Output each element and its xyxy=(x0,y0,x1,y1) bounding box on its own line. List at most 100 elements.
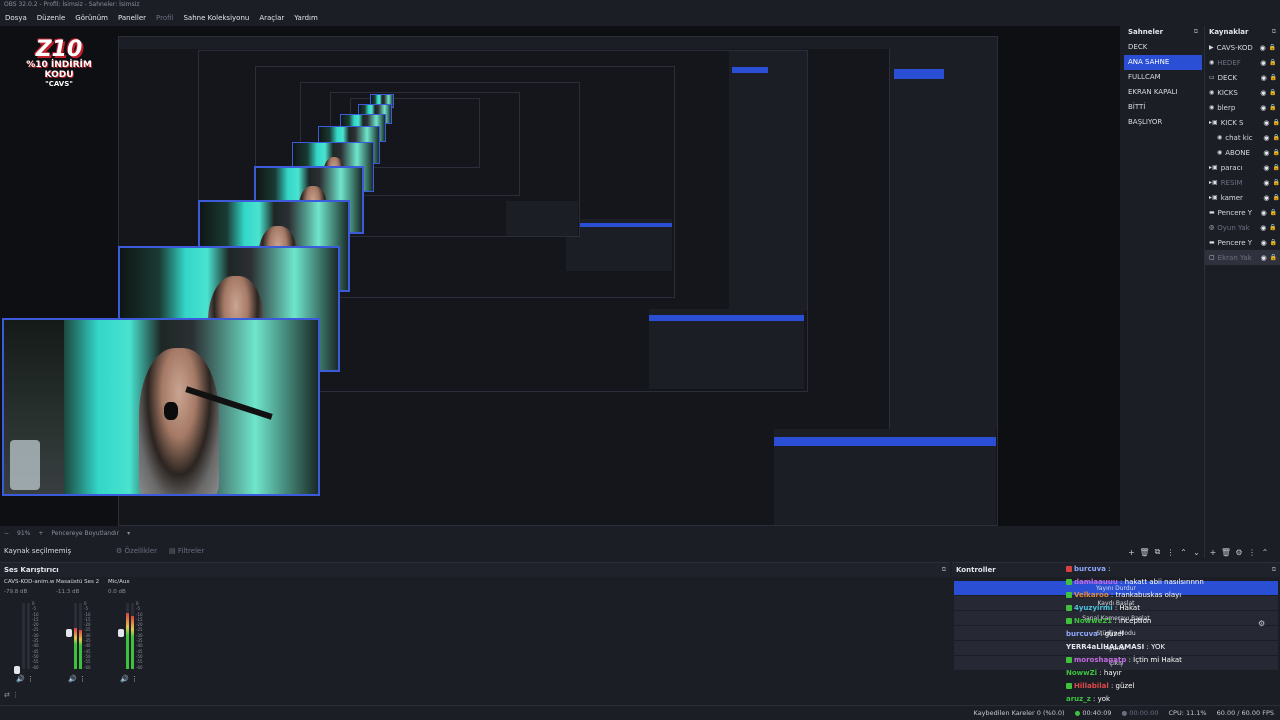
menu-paneller[interactable]: Paneller xyxy=(113,14,151,22)
eye-icon[interactable]: ◉ xyxy=(1260,104,1266,112)
chevron-down-icon[interactable]: ▾ xyxy=(127,530,130,537)
source-item[interactable]: ▸▣ KİCK S ◉ 🔒 xyxy=(1205,115,1280,130)
eye-icon[interactable]: ◉ xyxy=(1263,134,1269,142)
more-icon[interactable]: ⋮ xyxy=(1165,548,1176,557)
logo-mark: Z10 xyxy=(35,37,83,62)
menu-dosya[interactable]: Dosya xyxy=(0,14,32,22)
scenes-toolbar: + 🗑 ⧉ ⋮ ⌃ ⌄ xyxy=(1124,546,1202,558)
lock-icon[interactable]: 🔒 xyxy=(1269,104,1276,111)
add-source-icon[interactable]: + xyxy=(1207,548,1219,557)
trash-icon[interactable]: 🗑 xyxy=(1220,548,1232,557)
panel-menu-icon[interactable]: ⧉ xyxy=(1194,28,1198,36)
source-item[interactable]: ▸▣ paracı ◉ 🔒 xyxy=(1205,160,1280,175)
lock-icon[interactable]: 🔒 xyxy=(1273,134,1280,141)
source-item[interactable]: ▬ Pencere Y ◉ 🔒 xyxy=(1205,235,1280,250)
speaker-icon[interactable]: 🔊 ⋮ xyxy=(68,675,86,683)
fit-to-window-select[interactable]: Pencereye Boyutlandır xyxy=(51,530,119,537)
menu-gorunum[interactable]: Görünüm xyxy=(70,14,113,22)
source-item[interactable]: ◉ ABONE ◉ 🔒 xyxy=(1205,145,1280,160)
lock-icon[interactable]: 🔒 xyxy=(1269,89,1276,96)
source-item[interactable]: ▢ Ekran Yak ◉ 🔒 xyxy=(1205,250,1280,265)
source-item[interactable]: ◎ Oyun Yak ◉ 🔒 xyxy=(1205,220,1280,235)
source-label: CAVS-KOD xyxy=(1216,43,1253,52)
meter-scale-tick: -40 xyxy=(32,643,39,649)
menu-sahne-koleksiyonu[interactable]: Sahne Koleksiyonu xyxy=(178,14,254,22)
eye-icon[interactable]: ◉ xyxy=(1260,89,1266,97)
link-icon[interactable]: ⇄ xyxy=(4,691,10,699)
trash-icon[interactable]: 🗑 xyxy=(1139,548,1150,557)
lock-icon[interactable]: 🔒 xyxy=(1270,239,1277,246)
source-item[interactable]: ◉ KİCKS ◉ 🔒 xyxy=(1205,85,1280,100)
eye-icon[interactable]: ◉ xyxy=(1261,209,1267,217)
meter-scale-tick: -25 xyxy=(32,627,39,633)
lock-icon[interactable]: 🔒 xyxy=(1269,59,1276,66)
more-icon[interactable]: ⋮ xyxy=(12,691,19,699)
chevron-up-icon[interactable]: ⌃ xyxy=(1178,548,1189,557)
scene-item[interactable]: FULLCAM xyxy=(1124,70,1202,85)
chevron-down-icon[interactable]: ⌄ xyxy=(1191,548,1202,557)
chat-badge-icon xyxy=(1066,605,1072,611)
chat-message: 4yuzyirmi : Hakat xyxy=(1066,602,1276,615)
scene-item[interactable]: EKRAN KAPALI xyxy=(1124,85,1202,100)
source-item[interactable]: ▸▣ kamer ◉ 🔒 xyxy=(1205,190,1280,205)
source-item[interactable]: ◉ chat kic ◉ 🔒 xyxy=(1205,130,1280,145)
record-icon: ● xyxy=(1121,709,1128,717)
source-item[interactable]: ▸▣ RESİM ◉ 🔒 xyxy=(1205,175,1280,190)
eye-icon[interactable]: ◉ xyxy=(1263,164,1269,172)
scene-item[interactable]: DECK xyxy=(1124,40,1202,55)
menu-duzenle[interactable]: Düzenle xyxy=(32,14,71,22)
eye-icon[interactable]: ◉ xyxy=(1261,254,1267,262)
mixer-channel-name: Masaüstü Ses 2 xyxy=(56,579,100,585)
lock-icon[interactable]: 🔒 xyxy=(1269,224,1276,231)
scene-item[interactable]: BAŞLIYOR xyxy=(1124,115,1202,130)
zoom-plus-icon[interactable]: + xyxy=(38,530,43,537)
volume-fader[interactable] xyxy=(14,666,20,674)
chevron-up-icon[interactable]: ⌃ xyxy=(1259,548,1271,557)
copy-icon[interactable]: ⧉ xyxy=(1152,547,1163,557)
volume-fader[interactable] xyxy=(118,629,124,637)
lock-icon[interactable]: 🔒 xyxy=(1270,209,1277,216)
lock-icon[interactable]: 🔒 xyxy=(1273,119,1280,126)
more-icon[interactable]: ⋮ xyxy=(1246,548,1258,557)
source-item[interactable]: ◉ HEDEF ◉ 🔒 xyxy=(1205,55,1280,70)
panel-menu-icon[interactable]: ⧉ xyxy=(1272,28,1276,36)
gear-icon[interactable]: ⚙ xyxy=(1233,548,1245,557)
volume-fader[interactable] xyxy=(66,629,72,637)
lock-icon[interactable]: 🔒 xyxy=(1269,44,1276,51)
zoom-minus-icon[interactable]: − xyxy=(4,530,9,537)
eye-icon[interactable]: ◉ xyxy=(1261,74,1267,82)
source-item[interactable]: ▶ CAVS-KOD ◉ 🔒 xyxy=(1205,40,1280,55)
eye-icon[interactable]: ◉ xyxy=(1260,224,1266,232)
source-item[interactable]: ▬ Pencere Y ◉ 🔒 xyxy=(1205,205,1280,220)
webcam-main[interactable] xyxy=(2,318,320,496)
lock-icon[interactable]: 🔒 xyxy=(1270,74,1277,81)
status-bar: Kaybedilen Kareler 0 (%0.0) ● 00:40:09 ●… xyxy=(0,705,1280,720)
eye-icon[interactable]: ◉ xyxy=(1263,194,1269,202)
eye-icon[interactable]: ◉ xyxy=(1263,179,1269,187)
add-scene-icon[interactable]: + xyxy=(1126,548,1137,557)
lock-icon[interactable]: 🔒 xyxy=(1270,254,1277,261)
scene-item[interactable]: BİTTİ xyxy=(1124,100,1202,115)
preview-canvas[interactable]: Z10 %10 İNDİRİM KODU "CAVS" xyxy=(0,26,1120,526)
speaker-icon[interactable]: 🔊 ⋮ xyxy=(16,675,34,683)
eye-icon[interactable]: ◉ xyxy=(1263,149,1269,157)
filters-button[interactable]: ▤ Filtreler xyxy=(169,547,204,555)
menu-araclar[interactable]: Araçlar xyxy=(254,14,289,22)
chat-text: hakatt abii nasılsınnnn xyxy=(1124,578,1204,586)
menu-profil[interactable]: Profil xyxy=(151,14,178,22)
panel-menu-icon[interactable]: ⧉ xyxy=(942,566,946,574)
lock-icon[interactable]: 🔒 xyxy=(1273,179,1280,186)
properties-button[interactable]: ⚙ Özellikler xyxy=(116,547,157,555)
source-item[interactable]: ◉ blerp ◉ 🔒 xyxy=(1205,100,1280,115)
lock-icon[interactable]: 🔒 xyxy=(1273,149,1280,156)
eye-icon[interactable]: ◉ xyxy=(1260,44,1266,52)
source-item[interactable]: ▭ DECK ◉ 🔒 xyxy=(1205,70,1280,85)
menu-yardim[interactable]: Yardım xyxy=(289,14,323,22)
lock-icon[interactable]: 🔒 xyxy=(1273,164,1280,171)
eye-icon[interactable]: ◉ xyxy=(1261,239,1267,247)
speaker-icon[interactable]: 🔊 ⋮ xyxy=(120,675,138,683)
lock-icon[interactable]: 🔒 xyxy=(1273,194,1280,201)
scene-item[interactable]: ANA SAHNE xyxy=(1124,55,1202,70)
eye-icon[interactable]: ◉ xyxy=(1260,59,1266,67)
eye-icon[interactable]: ◉ xyxy=(1263,119,1269,127)
